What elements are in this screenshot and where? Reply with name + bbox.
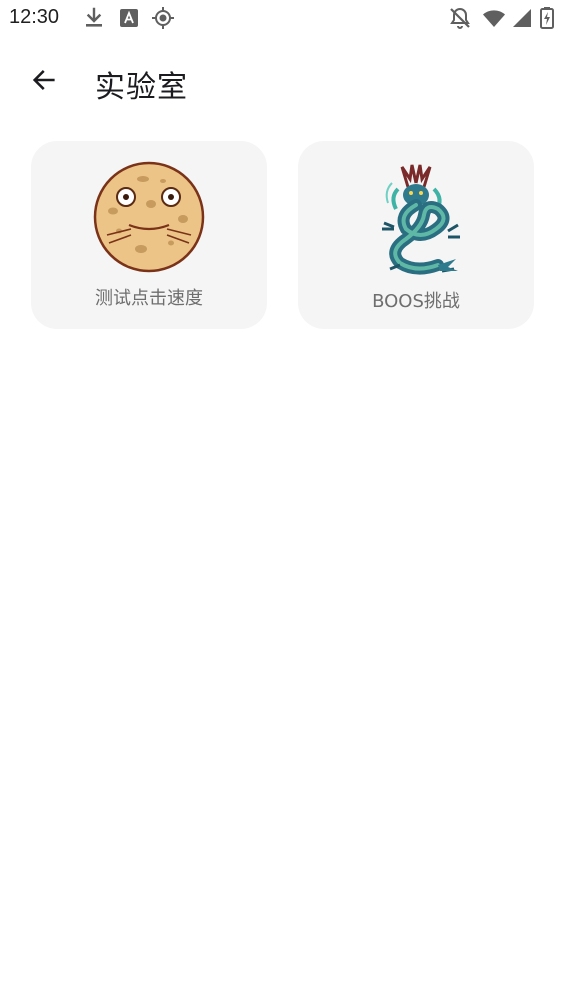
back-button[interactable] [20,56,68,104]
card-label: 测试点击速度 [95,288,203,309]
page-title: 实验室 [95,70,188,105]
download-icon [86,7,102,27]
signal-icon [513,9,531,27]
location-target-icon [152,7,174,29]
app-bar: 实验室 [0,44,565,120]
card-label: BOOS挑战 [372,291,460,312]
battery-charging-icon [540,7,554,29]
boss-challenge-card[interactable]: BOOS挑战 [298,141,534,329]
wifi-icon [483,10,505,27]
status-bar: 12:30 [0,0,565,38]
dragon-image [382,164,460,275]
status-time: 12:30 [9,6,60,28]
screen: 12:30 实验室 测试点击速度 BOOS挑战 [0,0,565,1004]
click-speed-test-card[interactable]: 测试点击速度 [31,141,267,329]
cookie-face-image [93,161,205,273]
notifications-off-icon [450,7,470,29]
arrow-left-icon [32,70,55,90]
text-a-icon [120,9,138,27]
